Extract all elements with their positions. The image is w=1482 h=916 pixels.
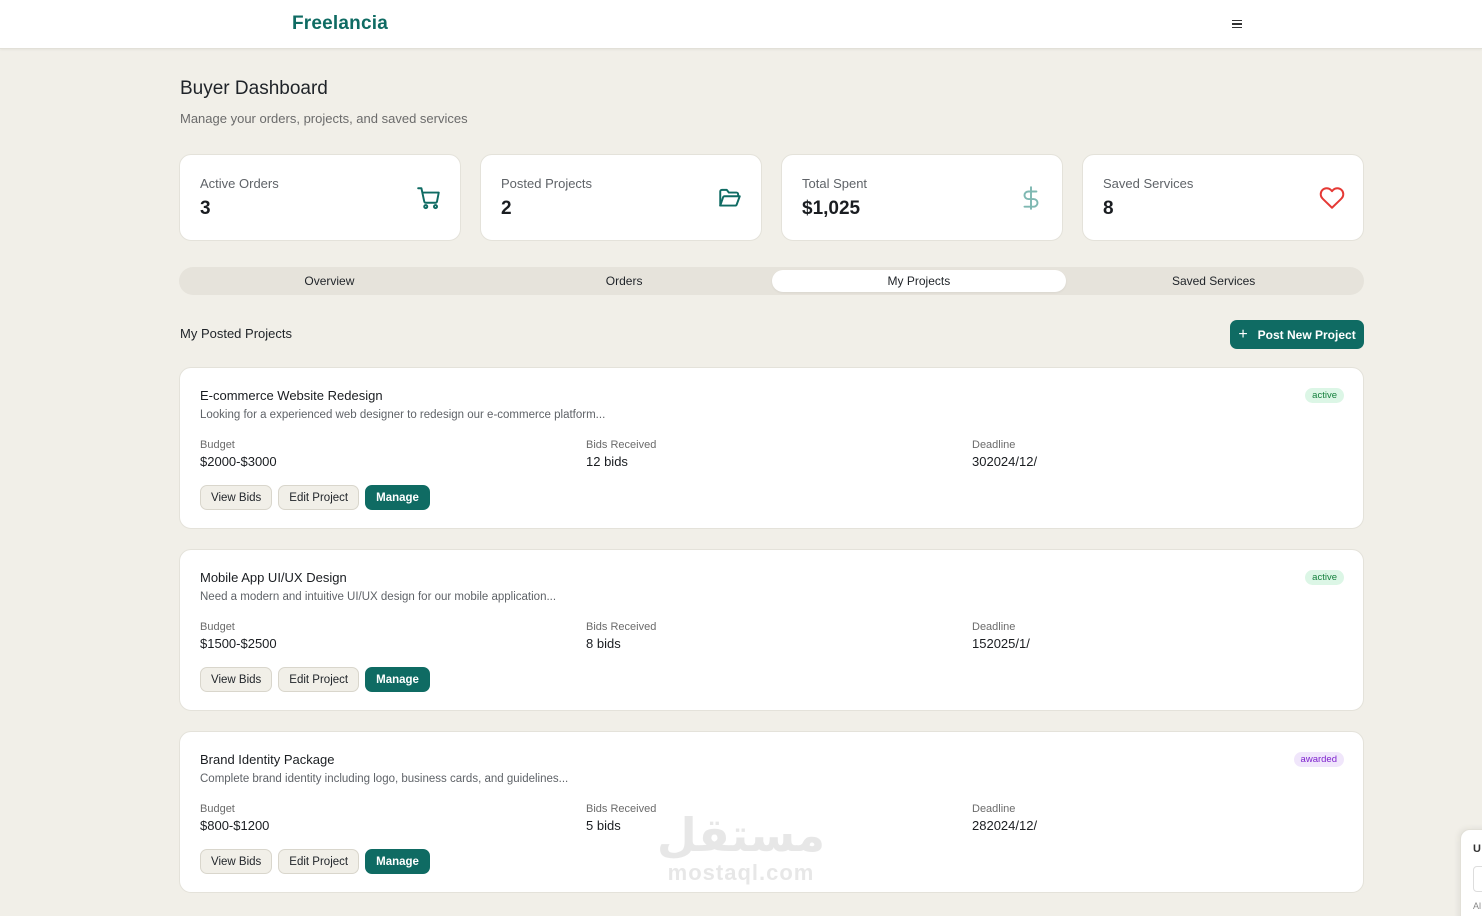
- budget-value: $1500-$2500: [200, 636, 277, 651]
- budget-label: Budget: [200, 803, 235, 815]
- top-navbar: Freelancia: [0, 0, 1482, 49]
- budget-field: Budget $2000-$3000: [200, 439, 277, 469]
- page-subtitle: Manage your orders, projects, and saved …: [180, 111, 468, 126]
- stat-label: Posted Projects: [501, 176, 593, 191]
- section-title: My Posted Projects: [180, 326, 292, 341]
- deadline-label: Deadline: [972, 803, 1016, 815]
- tab-saved-services[interactable]: Saved Services: [1066, 270, 1361, 292]
- edit-project-button[interactable]: Edit Project: [278, 667, 360, 692]
- budget-field: Budget $1500-$2500: [200, 621, 277, 651]
- brand-logo[interactable]: Freelancia: [292, 13, 388, 35]
- view-bids-button[interactable]: View Bids: [200, 849, 273, 874]
- tab-orders[interactable]: Orders: [477, 270, 772, 292]
- side-widget-small-text: Al: [1473, 901, 1482, 911]
- deadline-field: Deadline 302024/12/: [972, 439, 1037, 469]
- deadline-field: Deadline 282024/12/: [972, 803, 1037, 833]
- stat-card-total-spent: Total Spent $1,025: [781, 154, 1063, 241]
- stat-card-posted-projects: Posted Projects 2: [480, 154, 762, 241]
- project-actions: View Bids Edit Project Manage: [200, 667, 430, 692]
- project-description: Need a modern and intuitive UI/UX design…: [200, 591, 557, 603]
- stat-label: Saved Services: [1103, 176, 1194, 191]
- cart-icon: [417, 187, 440, 210]
- budget-value: $800-$1200: [200, 818, 270, 833]
- deadline-label: Deadline: [972, 621, 1016, 633]
- side-widget-input[interactable]: [1473, 866, 1482, 892]
- page-title: Buyer Dashboard: [180, 78, 328, 99]
- dollar-icon: [1023, 186, 1039, 210]
- deadline-label: Deadline: [972, 439, 1016, 451]
- deadline-field: Deadline 152025/1/: [972, 621, 1030, 651]
- folder-open-icon: [719, 188, 741, 207]
- tab-overview[interactable]: Overview: [182, 270, 477, 292]
- bids-value: 8 bids: [586, 636, 621, 651]
- stat-label: Active Orders: [200, 176, 279, 191]
- project-card: Mobile App UI/UX Design Need a modern an…: [179, 549, 1364, 711]
- budget-label: Budget: [200, 621, 235, 633]
- deadline-value: 282024/12/: [972, 818, 1038, 833]
- stat-label: Total Spent: [802, 176, 868, 191]
- tab-my-projects[interactable]: My Projects: [771, 270, 1067, 292]
- view-bids-button[interactable]: View Bids: [200, 667, 273, 692]
- deadline-value: 302024/12/: [972, 454, 1038, 469]
- stat-value: 3: [200, 198, 211, 219]
- project-actions: View Bids Edit Project Manage: [200, 485, 430, 510]
- bids-label: Bids Received: [586, 803, 657, 815]
- status-badge: awarded: [1293, 752, 1344, 767]
- stat-value: 2: [501, 198, 512, 219]
- plus-icon: +: [1238, 325, 1248, 343]
- bids-label: Bids Received: [586, 439, 657, 451]
- budget-value: $2000-$3000: [200, 454, 277, 469]
- budget-label: Budget: [200, 439, 235, 451]
- project-card: E-commerce Website Redesign Looking for …: [179, 367, 1364, 529]
- bids-label: Bids Received: [586, 621, 657, 633]
- bids-field: Bids Received 12 bids: [586, 439, 656, 469]
- project-description: Looking for a experienced web designer t…: [200, 409, 606, 421]
- project-title: E-commerce Website Redesign: [200, 388, 383, 403]
- manage-button[interactable]: Manage: [365, 667, 430, 692]
- bids-value: 12 bids: [586, 454, 628, 469]
- project-description: Complete brand identity including logo, …: [200, 773, 569, 785]
- side-widget[interactable]: U Al: [1460, 829, 1482, 916]
- edit-project-button[interactable]: Edit Project: [278, 485, 360, 510]
- bids-field: Bids Received 8 bids: [586, 621, 656, 651]
- side-widget-text: U: [1473, 843, 1481, 855]
- bids-field: Bids Received 5 bids: [586, 803, 656, 833]
- edit-project-button[interactable]: Edit Project: [278, 849, 360, 874]
- stat-card-active-orders: Active Orders 3: [179, 154, 461, 241]
- manage-button[interactable]: Manage: [365, 485, 430, 510]
- manage-button[interactable]: Manage: [365, 849, 430, 874]
- tab-bar: Overview Orders My Projects Saved Servic…: [179, 267, 1364, 295]
- stat-value: $1,025: [802, 198, 861, 219]
- bids-value: 5 bids: [586, 818, 621, 833]
- post-new-project-label: Post New Project: [1257, 327, 1356, 342]
- heart-icon: [1319, 187, 1345, 209]
- post-new-project-button[interactable]: + Post New Project: [1230, 320, 1364, 349]
- status-badge: active: [1305, 570, 1344, 585]
- project-title: Mobile App UI/UX Design: [200, 570, 347, 585]
- stat-value: 8: [1103, 198, 1114, 219]
- project-actions: View Bids Edit Project Manage: [200, 849, 430, 874]
- budget-field: Budget $800-$1200: [200, 803, 269, 833]
- project-card: Brand Identity Package Complete brand id…: [179, 731, 1364, 893]
- status-badge: active: [1305, 388, 1344, 403]
- deadline-value: 152025/1/: [972, 636, 1030, 651]
- stat-card-saved-services: Saved Services 8: [1082, 154, 1364, 241]
- view-bids-button[interactable]: View Bids: [200, 485, 273, 510]
- project-title: Brand Identity Package: [200, 752, 335, 767]
- menu-icon[interactable]: [1227, 14, 1247, 34]
